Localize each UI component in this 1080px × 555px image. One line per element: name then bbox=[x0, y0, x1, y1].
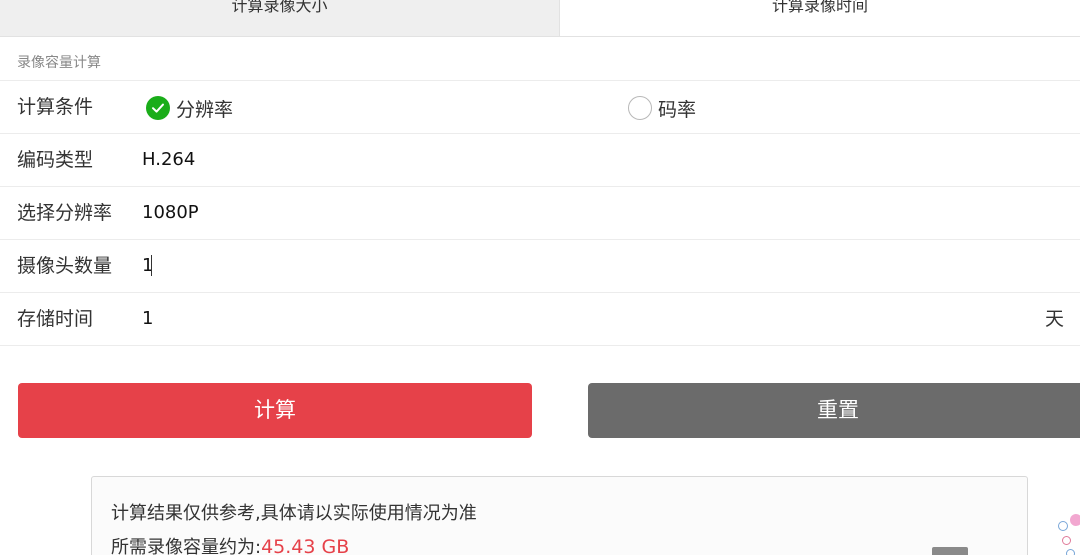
floating-dot-icon bbox=[1070, 514, 1080, 526]
resolution-select[interactable]: 1080P bbox=[142, 187, 199, 239]
floating-dot-icon bbox=[1062, 536, 1071, 545]
calculate-button[interactable]: 计算 bbox=[18, 383, 532, 438]
storage-time-unit: 天 bbox=[1044, 308, 1064, 330]
storage-time-row: 存储时间 1 天 bbox=[0, 293, 1080, 346]
resolution-label: 选择分辨率 bbox=[17, 202, 113, 224]
tab-calc-time[interactable]: 计算录像时间 bbox=[560, 0, 1080, 36]
floating-widget-icon[interactable] bbox=[1056, 512, 1080, 555]
tab-calc-time-label: 计算录像时间 bbox=[771, 0, 868, 15]
tab-bar: 计算录像大小 计算录像时间 bbox=[0, 0, 1080, 37]
camera-count-label: 摄像头数量 bbox=[17, 255, 113, 277]
resolution-row[interactable]: 选择分辨率 1080P bbox=[0, 187, 1080, 240]
text-caret bbox=[151, 255, 152, 276]
result-line: 所需录像容量约为:45.43 GB bbox=[111, 533, 349, 555]
encoding-select[interactable]: H.264 bbox=[142, 134, 195, 186]
floating-dot-icon bbox=[1058, 521, 1068, 531]
result-panel: 计算结果仅供参考,具体请以实际使用情况为准 所需录像容量约为:45.43 GB bbox=[91, 476, 1028, 555]
result-prefix: 所需录像容量约为: bbox=[111, 537, 262, 555]
encoding-row[interactable]: 编码类型 H.264 bbox=[0, 134, 1080, 187]
radio-bitrate[interactable]: 码率 bbox=[628, 94, 696, 122]
section-title: 录像容量计算 bbox=[17, 55, 101, 71]
calculator-page: 计算录像大小 计算录像时间 录像容量计算 计算条件 分辨率 码率 编码类型 H.… bbox=[0, 0, 1080, 555]
check-icon bbox=[146, 96, 170, 120]
result-disclaimer: 计算结果仅供参考,具体请以实际使用情况为准 bbox=[111, 503, 477, 524]
reset-button[interactable]: 重置 bbox=[588, 383, 1080, 438]
radio-bitrate-label: 码率 bbox=[658, 98, 697, 121]
condition-label: 计算条件 bbox=[17, 96, 94, 118]
storage-time-label: 存储时间 bbox=[17, 308, 94, 330]
storage-time-input[interactable]: 1 bbox=[142, 293, 153, 345]
radio-resolution-label: 分辨率 bbox=[176, 98, 234, 121]
encoding-label: 编码类型 bbox=[17, 149, 94, 171]
result-value: 45.43 GB bbox=[261, 536, 350, 555]
tab-calc-size-label: 计算录像大小 bbox=[231, 0, 328, 15]
radio-empty-icon bbox=[628, 96, 652, 120]
tab-calc-size[interactable]: 计算录像大小 bbox=[0, 0, 560, 36]
result-thumbnail-icon bbox=[932, 547, 968, 555]
condition-row: 计算条件 分辨率 码率 bbox=[0, 81, 1080, 134]
camera-count-row: 摄像头数量 1 bbox=[0, 240, 1080, 293]
floating-dot-icon bbox=[1066, 549, 1075, 555]
radio-resolution[interactable]: 分辨率 bbox=[146, 94, 233, 122]
